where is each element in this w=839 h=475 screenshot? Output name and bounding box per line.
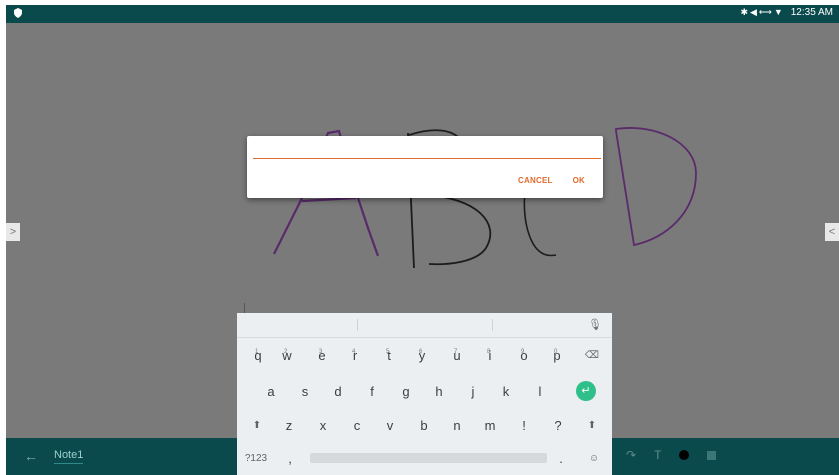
stroke-letter-a-cross [301, 196, 357, 203]
keyboard-row-4: ?123 , . ☺ [237, 443, 612, 473]
key-v[interactable]: v [375, 410, 405, 440]
key-r[interactable]: 4r [340, 340, 370, 370]
screen: ✱◀⟷▼ 12:35 AM > < ← Note1 ↷ T CANCEL OK … [0, 0, 839, 475]
key-d[interactable]: d [323, 376, 353, 406]
key-i[interactable]: 8i [475, 340, 505, 370]
status-icons: ✱◀⟷▼ [740, 7, 785, 17]
shift-right-icon[interactable]: ⬆ [577, 410, 607, 440]
stroke-letter-d [615, 127, 697, 247]
ok-button[interactable]: OK [573, 176, 585, 185]
key-period[interactable]: . [546, 443, 576, 473]
keyboard-row-3: ⬆ z x c v b n m ! ? ⬆ [237, 410, 612, 440]
key-y[interactable]: 6y [407, 340, 437, 370]
tool-group: ↷ T [626, 448, 717, 462]
key-x[interactable]: x [308, 410, 338, 440]
key-question[interactable]: ? [543, 410, 573, 440]
rename-input[interactable] [253, 142, 601, 159]
enter-key-icon[interactable]: ↵ [576, 381, 596, 401]
shift-left-icon[interactable]: ⬆ [242, 410, 272, 440]
eraser-icon[interactable] [707, 450, 717, 460]
shield-icon [14, 8, 22, 18]
status-right: ✱◀⟷▼ 12:35 AM [740, 7, 833, 18]
key-c[interactable]: c [342, 410, 372, 440]
symbols-key[interactable]: ?123 [241, 443, 271, 473]
key-p[interactable]: 0p [542, 340, 572, 370]
soft-keyboard: 🎙 1q 2w 3e 4r 5t 6y 7u 8i 9o 0p ⌫ a s d … [237, 313, 612, 475]
key-t[interactable]: 5t [374, 340, 404, 370]
text-icon[interactable]: T [654, 448, 661, 462]
status-bar: ✱◀⟷▼ 12:35 AM [6, 5, 839, 23]
key-u[interactable]: 7u [442, 340, 472, 370]
suggestion-strip: 🎙 [237, 313, 612, 338]
backspace-icon[interactable]: ⌫ [577, 340, 607, 370]
emoji-icon[interactable]: ☺ [579, 443, 609, 473]
key-e[interactable]: 3e [307, 340, 337, 370]
keyboard-row-1: 1q 2w 3e 4r 5t 6y 7u 8i 9o 0p ⌫ [237, 340, 612, 370]
cancel-button[interactable]: CANCEL [518, 176, 553, 185]
back-arrow-icon[interactable]: ← [24, 448, 38, 464]
key-h[interactable]: h [424, 376, 454, 406]
side-panel-toggle-right[interactable]: < [825, 223, 839, 241]
key-w[interactable]: 2w [272, 340, 302, 370]
keyboard-row-2: a s d f g h j k l ↵ [237, 376, 612, 406]
rename-dialog: CANCEL OK [247, 136, 603, 198]
key-f[interactable]: f [357, 376, 387, 406]
key-k[interactable]: k [491, 376, 521, 406]
key-j[interactable]: j [458, 376, 488, 406]
key-b[interactable]: b [409, 410, 439, 440]
key-n[interactable]: n [442, 410, 472, 440]
suggestion-divider [492, 319, 493, 331]
microphone-icon[interactable]: 🎙 [588, 318, 602, 331]
space-bar[interactable] [310, 453, 547, 463]
note-title[interactable]: Note1 [54, 449, 84, 464]
key-z[interactable]: z [274, 410, 304, 440]
key-g[interactable]: g [391, 376, 421, 406]
key-comma[interactable]: , [275, 443, 305, 473]
key-o[interactable]: 9o [509, 340, 539, 370]
key-s[interactable]: s [290, 376, 320, 406]
key-m[interactable]: m [475, 410, 505, 440]
suggestion-divider [357, 319, 358, 331]
status-time: 12:35 AM [790, 7, 833, 18]
key-q[interactable]: 1q [243, 340, 273, 370]
key-a[interactable]: a [256, 376, 286, 406]
side-panel-toggle-left[interactable]: > [6, 223, 20, 241]
color-picker-icon[interactable] [679, 450, 690, 460]
dialog-actions: CANCEL OK [518, 176, 585, 185]
redo-icon[interactable]: ↷ [626, 448, 636, 462]
key-exclamation[interactable]: ! [509, 410, 539, 440]
key-l[interactable]: l [525, 376, 555, 406]
